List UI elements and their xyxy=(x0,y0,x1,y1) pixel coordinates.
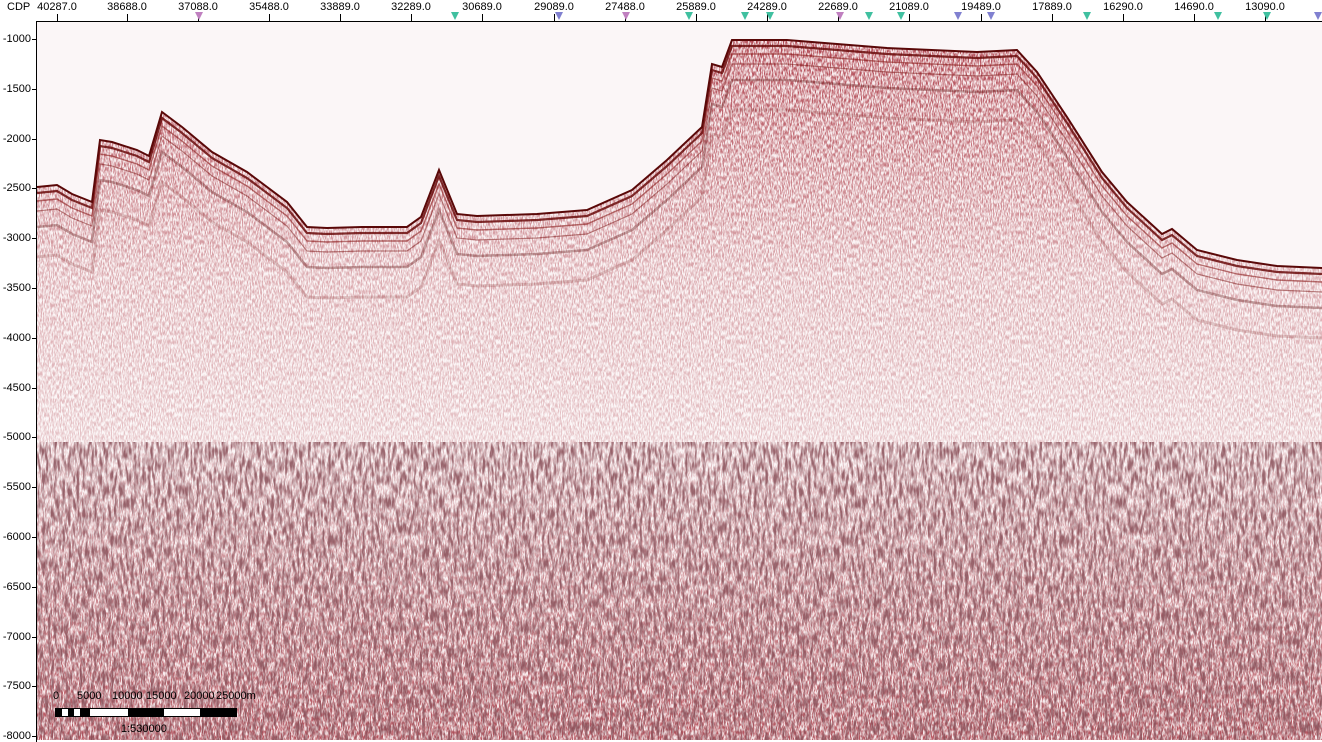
cdp-label: 35488.0 xyxy=(249,1,289,13)
scale-bar-graphic xyxy=(55,708,237,717)
cdp-label: 16290.0 xyxy=(1103,1,1143,13)
depth-label: -6000 xyxy=(2,531,31,543)
well-marker-icon[interactable] xyxy=(622,12,630,20)
depth-label: -4500 xyxy=(2,381,31,394)
scale-bar-label: 5000 xyxy=(77,690,102,702)
cdp-axis-title: CDP xyxy=(7,1,31,13)
depth-tick xyxy=(32,437,36,439)
depth-label: -7500 xyxy=(2,680,31,693)
depth-tick xyxy=(32,238,36,240)
depth-tick xyxy=(32,686,36,688)
cdp-tick xyxy=(127,14,128,21)
cdp-axis: CDP 40287.0 38688.0 37088.0 35488.0 33889.0 3… xyxy=(0,0,1322,22)
well-marker-icon[interactable] xyxy=(1263,12,1271,20)
depth-tick xyxy=(32,188,36,190)
cdp-tick xyxy=(1052,14,1053,21)
depth-tick xyxy=(32,537,36,538)
cdp-tick xyxy=(981,14,982,21)
well-marker-icon[interactable] xyxy=(865,12,873,20)
depth-tick xyxy=(32,138,36,140)
seismic-image xyxy=(37,22,1322,740)
depth-axis: -1000 -1500 -2000 -2500 -3000 -3500 -4000 -4500… xyxy=(0,21,37,742)
depth-label: -5500 xyxy=(2,481,31,494)
cdp-tick xyxy=(411,14,412,21)
depth-tick xyxy=(32,288,36,289)
well-marker-icon[interactable] xyxy=(766,12,774,20)
cdp-label: 38688.0 xyxy=(107,1,147,13)
well-marker-icon[interactable] xyxy=(1214,12,1222,20)
well-marker-icon[interactable] xyxy=(555,12,563,20)
cdp-tick xyxy=(269,14,270,21)
seismic-section-viewer: CDP 40287.0 38688.0 37088.0 35488.0 33889.0 3… xyxy=(0,0,1322,742)
cdp-label: 33889.0 xyxy=(320,1,360,13)
depth-label: -7000 xyxy=(2,630,31,643)
depth-tick xyxy=(32,387,36,389)
well-marker-icon[interactable] xyxy=(1083,12,1091,20)
well-marker-icon[interactable] xyxy=(987,12,995,20)
depth-label: -2000 xyxy=(2,132,31,145)
cdp-label: 32289.0 xyxy=(391,1,431,13)
cdp-label: 29089.0 xyxy=(534,1,574,13)
depth-tick xyxy=(32,337,36,339)
cdp-tick xyxy=(1194,14,1195,21)
scale-bar-label: 0 xyxy=(53,690,60,702)
depth-tick xyxy=(32,586,36,588)
depth-label: -4000 xyxy=(2,331,31,344)
depth-label: -5000 xyxy=(2,431,31,444)
depth-tick xyxy=(32,88,36,90)
well-marker-icon[interactable] xyxy=(954,12,962,20)
cdp-label: 40287.0 xyxy=(37,1,77,13)
depth-tick xyxy=(32,39,36,40)
depth-label: -3000 xyxy=(2,232,31,245)
well-marker-icon[interactable] xyxy=(836,12,844,20)
well-marker-icon[interactable] xyxy=(897,12,905,20)
depth-tick xyxy=(32,636,36,638)
depth-label: -3500 xyxy=(2,282,31,294)
depth-label: -6500 xyxy=(2,580,31,593)
depth-label: -8000 xyxy=(2,730,31,742)
well-marker-icon[interactable] xyxy=(195,12,203,20)
scale-ratio: 1:530000 xyxy=(121,723,167,735)
well-marker-icon[interactable] xyxy=(741,12,749,20)
scale-bar-label: 15000 xyxy=(146,690,177,702)
well-marker-icon[interactable] xyxy=(1314,12,1322,20)
scale-bar: 0 5000 10000 15000 20000 25000m 1:530000 xyxy=(53,690,256,735)
seismic-section-canvas[interactable] xyxy=(37,22,1322,740)
depth-label: -1500 xyxy=(2,82,31,95)
scale-bar-label: 10000 xyxy=(112,690,143,702)
depth-tick xyxy=(32,487,36,489)
depth-label: -1000 xyxy=(2,33,31,45)
cdp-tick xyxy=(57,14,58,21)
cdp-tick xyxy=(482,14,483,21)
well-marker-icon[interactable] xyxy=(685,12,693,20)
scale-bar-label: 25000m xyxy=(216,690,256,702)
cdp-tick xyxy=(1123,14,1124,21)
cdp-label: 21089.0 xyxy=(889,1,929,13)
depth-label: -2500 xyxy=(2,182,31,195)
cdp-label: 30689.0 xyxy=(462,1,502,13)
depth-tick xyxy=(32,736,36,738)
well-marker-icon[interactable] xyxy=(451,12,459,20)
cdp-tick xyxy=(909,14,910,21)
cdp-label: 14690.0 xyxy=(1174,1,1214,13)
cdp-tick xyxy=(696,14,697,21)
cdp-tick xyxy=(340,14,341,21)
scale-bar-label: 20000 xyxy=(184,690,215,702)
cdp-label: 17889.0 xyxy=(1032,1,1072,13)
cdp-label: 25889.0 xyxy=(676,1,716,13)
